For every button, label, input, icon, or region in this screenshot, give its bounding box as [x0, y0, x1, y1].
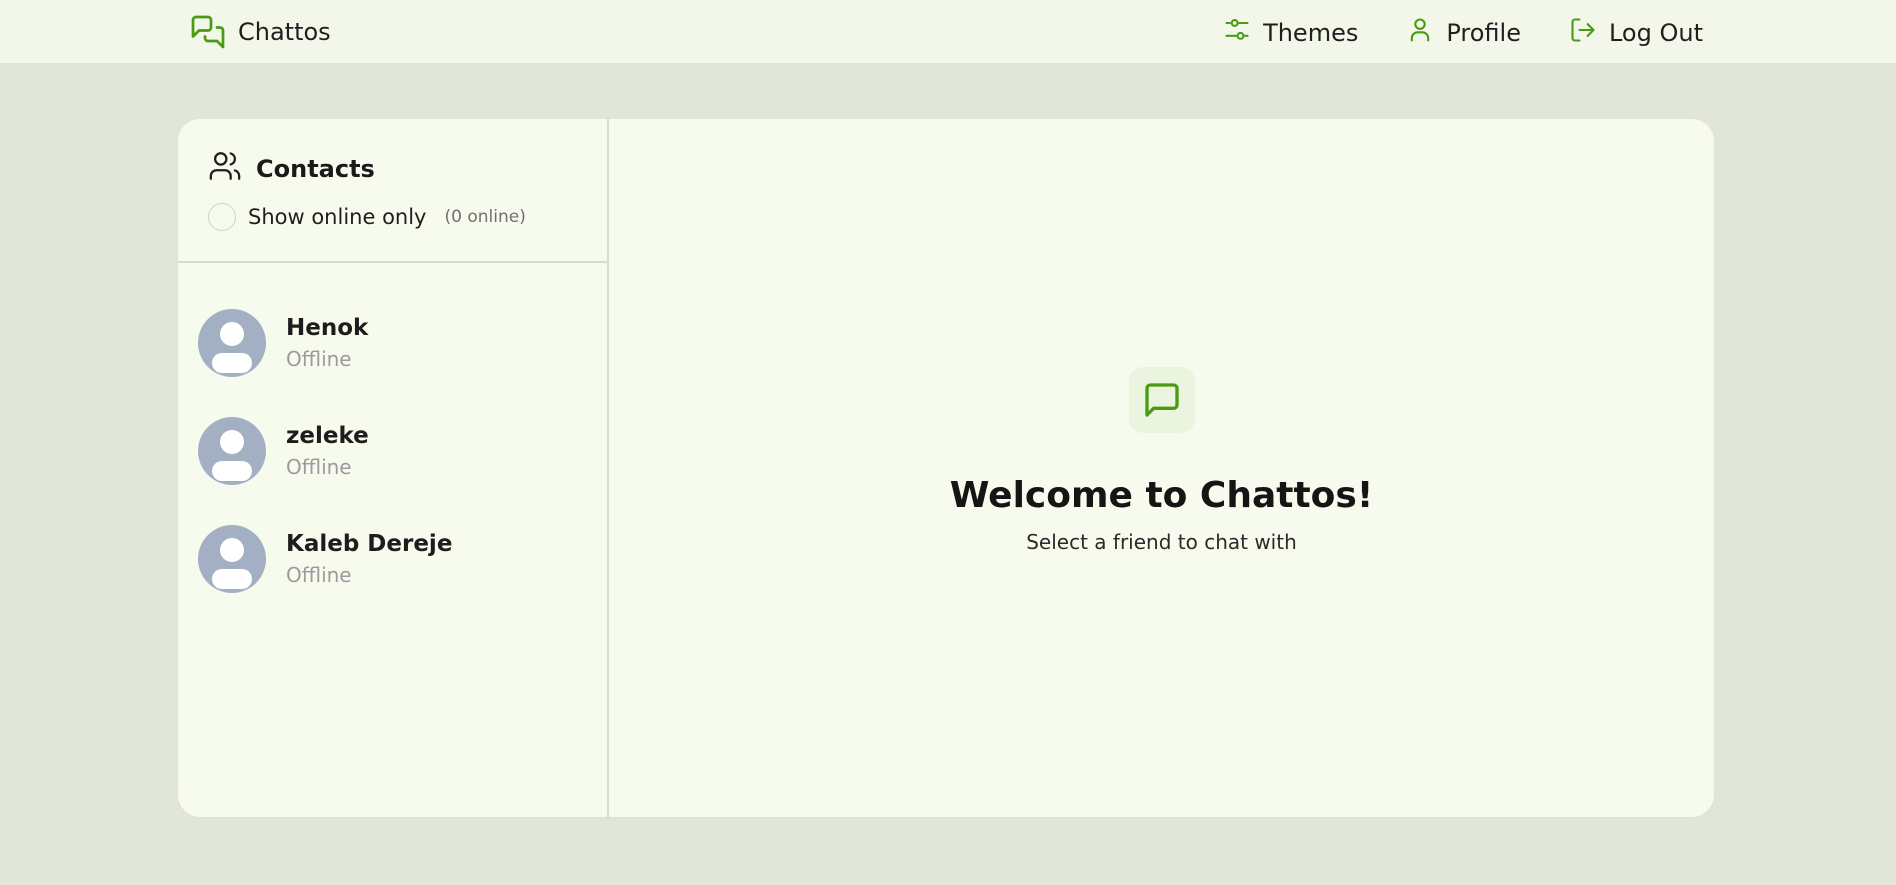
contact-list: Henok Offline zeleke Offline Kaleb Derej… [178, 289, 607, 613]
contact-name: Kaleb Dereje [286, 531, 453, 557]
show-online-label: Show online only [248, 205, 427, 229]
default-avatar-icon [198, 525, 266, 593]
brand-name: Chattos [238, 18, 331, 46]
contact-item[interactable]: zeleke Offline [178, 397, 607, 505]
themes-label: Themes [1263, 19, 1359, 47]
chat-bubbles-icon [190, 14, 226, 50]
logout-button[interactable]: Log Out [1569, 16, 1703, 50]
themes-button[interactable]: Themes [1223, 16, 1358, 50]
welcome-title: Welcome to Chattos! [949, 475, 1374, 516]
welcome-subtitle: Select a friend to chat with [1026, 530, 1297, 554]
profile-label: Profile [1446, 19, 1521, 47]
online-filter[interactable]: Show online only (0 online) [208, 203, 526, 231]
brand-link[interactable]: Chattos [190, 14, 331, 50]
default-avatar-icon [198, 309, 266, 377]
contacts-heading: Contacts [208, 149, 375, 189]
logout-icon [1569, 16, 1597, 50]
contact-status: Offline [286, 563, 352, 587]
online-count: (0 online) [444, 207, 526, 227]
users-icon [208, 149, 242, 189]
contact-status: Offline [286, 455, 352, 479]
show-online-checkbox[interactable] [208, 203, 236, 231]
sliders-icon [1223, 16, 1251, 50]
contacts-sidebar: Contacts Show online only (0 online) Hen… [178, 119, 609, 817]
contact-status: Offline [286, 347, 352, 371]
user-icon [1406, 16, 1434, 50]
chat-area: Welcome to Chattos! Select a friend to c… [609, 119, 1714, 817]
chat-card: Contacts Show online only (0 online) Hen… [178, 119, 1714, 817]
navbar: Chattos Themes Profile Log Out [0, 0, 1896, 64]
profile-button[interactable]: Profile [1406, 16, 1521, 50]
message-square-icon [1128, 367, 1195, 433]
contact-name: Henok [286, 315, 369, 341]
contacts-title: Contacts [256, 155, 375, 183]
sidebar-header: Contacts Show online only (0 online) [178, 119, 607, 263]
contact-item[interactable]: Henok Offline [178, 289, 607, 397]
nav-actions: Themes Profile Log Out [1223, 14, 1703, 52]
contact-item[interactable]: Kaleb Dereje Offline [178, 505, 607, 613]
logout-label: Log Out [1608, 19, 1703, 47]
contact-name: zeleke [286, 423, 369, 449]
default-avatar-icon [198, 417, 266, 485]
welcome-panel: Welcome to Chattos! Select a friend to c… [609, 367, 1714, 554]
